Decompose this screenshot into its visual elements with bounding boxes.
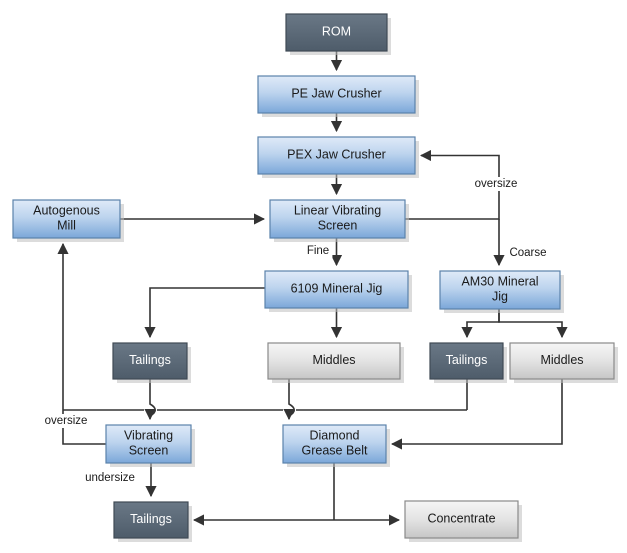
- node-box[interactable]: [404, 500, 519, 539]
- edge-jig6109-to-tail-left: [144, 287, 265, 339]
- node-box[interactable]: [439, 270, 561, 310]
- node-box[interactable]: [257, 136, 416, 175]
- node-box[interactable]: [257, 75, 416, 114]
- edge-mid-left-to-dgbelt: [283, 379, 296, 421]
- node-pex[interactable]: PEX Jaw Crusher: [257, 136, 419, 178]
- node-mid_right[interactable]: Middles: [509, 342, 618, 383]
- node-box[interactable]: [269, 199, 406, 239]
- node-mid_left[interactable]: Middles: [267, 342, 404, 383]
- node-am30[interactable]: AM30 Mineral Jig: [439, 270, 564, 313]
- edge-tail-left-to-vibscreen: [144, 379, 157, 421]
- node-box[interactable]: [285, 13, 388, 52]
- edge-label-lbl-oversize-top: oversize: [475, 178, 518, 190]
- node-box[interactable]: [267, 342, 401, 380]
- node-box[interactable]: [113, 501, 189, 539]
- node-tail_right[interactable]: Tailings: [429, 342, 507, 383]
- edge-label-lbl-undersize: undersize: [85, 472, 135, 484]
- node-vibscreen[interactable]: Vibrating Screen: [105, 424, 195, 467]
- node-concentrate[interactable]: Concentrate: [404, 500, 522, 542]
- edge-am30-to-mid-right: [498, 309, 568, 339]
- node-box[interactable]: [429, 342, 504, 380]
- node-box[interactable]: [509, 342, 615, 380]
- flowchart-diagram: ROM PE Jaw Crusher PEX Jaw Crusher Autogeno…: [0, 0, 627, 553]
- node-tail_left[interactable]: Tailings: [112, 342, 191, 383]
- node-jig6109[interactable]: 6109 Mineral Jig: [264, 270, 412, 312]
- node-box[interactable]: [282, 424, 387, 464]
- edge-label-lbl-oversize-bot: oversize: [45, 415, 88, 427]
- flowchart-canvas: ROM PE Jaw Crusher PEX Jaw Crusher Autogeno…: [12, 13, 618, 542]
- nodes-layer: ROM PE Jaw Crusher PEX Jaw Crusher Autogeno…: [12, 13, 618, 542]
- edge-label-lbl-coarse: Coarse: [509, 247, 546, 259]
- node-pe[interactable]: PE Jaw Crusher: [257, 75, 419, 117]
- edge-am30-to-tail-right: [461, 309, 500, 339]
- node-agmill[interactable]: Autogenous Mill: [12, 199, 124, 242]
- edge-mid-right-to-dgbelt: [390, 379, 563, 450]
- node-box[interactable]: [112, 342, 188, 380]
- node-lvs[interactable]: Linear Vibrating Screen: [269, 199, 409, 242]
- node-box[interactable]: [12, 199, 121, 239]
- node-tail_bot[interactable]: Tailings: [113, 501, 192, 542]
- node-dgbelt[interactable]: Diamond Grease Belt: [282, 424, 390, 467]
- node-rom[interactable]: ROM: [285, 13, 391, 55]
- node-box[interactable]: [264, 270, 409, 309]
- edge-label-lbl-fine: Fine: [307, 245, 329, 257]
- node-box[interactable]: [105, 424, 192, 464]
